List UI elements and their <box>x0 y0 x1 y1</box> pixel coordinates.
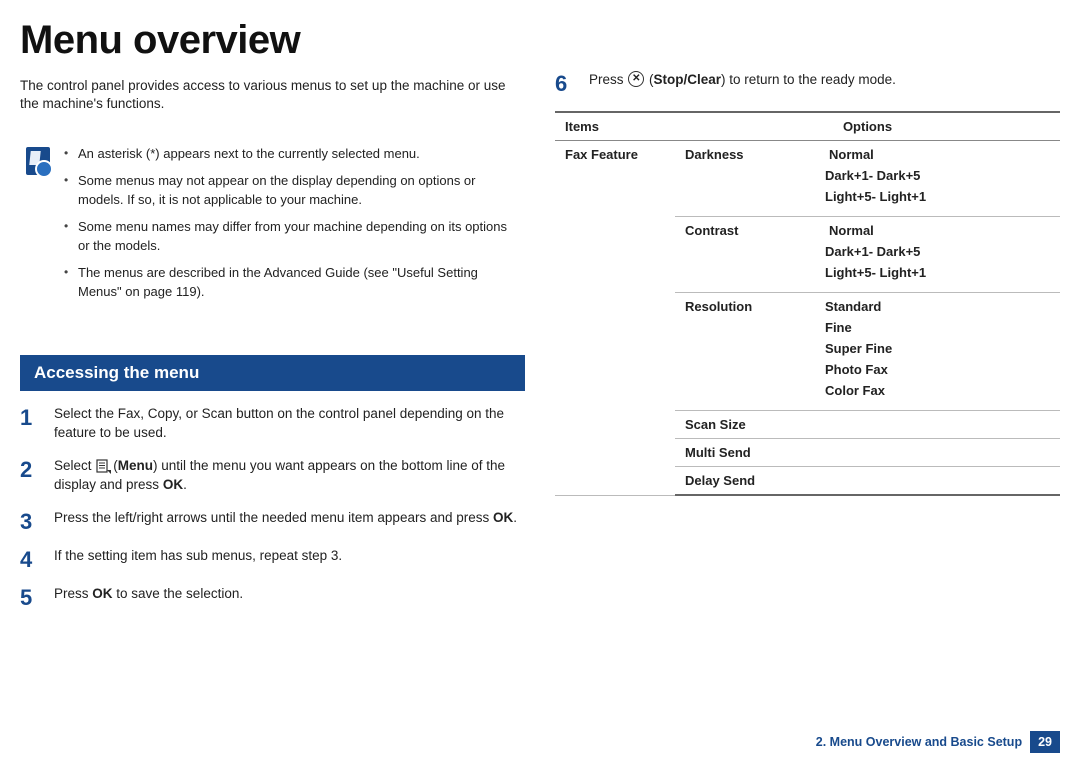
left-column: The control panel provides access to var… <box>20 71 525 623</box>
ok-label: OK <box>493 510 513 525</box>
values-cell: Normal Dark+1- Dark+5 Light+5- Light+1 <box>815 217 1060 293</box>
value-option: Normal <box>825 147 1050 162</box>
menu-icon <box>96 459 112 475</box>
value-option: Standard <box>825 299 1050 314</box>
item-cell: Fax Feature <box>555 141 675 496</box>
note-item: An asterisk (*) appears next to the curr… <box>64 145 515 164</box>
step-fragment: . <box>513 510 517 525</box>
note-box: An asterisk (*) appears next to the curr… <box>20 135 525 319</box>
menu-table: Items Options Fax Feature Darkness Norma… <box>555 111 1060 496</box>
note-icon <box>26 147 50 175</box>
value-option: Dark+1- Dark+5 <box>825 244 1050 259</box>
two-column-layout: The control panel provides access to var… <box>0 71 1080 623</box>
step-fragment: Select <box>54 458 95 473</box>
step-fragment: to save the selection. <box>113 586 244 601</box>
step-number: 4 <box>20 547 38 571</box>
value-option: Dark+1- Dark+5 <box>825 168 1050 183</box>
note-list: An asterisk (*) appears next to the curr… <box>64 145 515 309</box>
step-text: Select (Menu) until the menu you want ap… <box>54 457 525 495</box>
step-number: 2 <box>20 457 38 481</box>
footer-page-number: 29 <box>1030 731 1060 753</box>
steps-list: 1 Select the Fax, Copy, or Scan button o… <box>20 405 525 609</box>
step-1: 1 Select the Fax, Copy, or Scan button o… <box>20 405 525 443</box>
page-title: Menu overview <box>0 0 1080 71</box>
value-option: Normal <box>825 223 1050 238</box>
stop-clear-label: Stop/Clear <box>654 72 722 87</box>
note-item: The menus are described in the Advanced … <box>64 264 515 302</box>
step-number: 3 <box>20 509 38 533</box>
step-fragment: Press <box>589 72 627 87</box>
step-fragment: . <box>183 477 187 492</box>
subitem-cell: Contrast <box>675 217 815 293</box>
value-option: Light+5- Light+1 <box>825 189 1050 204</box>
ok-label: OK <box>163 477 183 492</box>
page-footer: 2. Menu Overview and Basic Setup 29 <box>816 731 1060 753</box>
section-heading: Accessing the menu <box>20 355 525 391</box>
right-column: 6 Press ✕ (Stop/Clear) to return to the … <box>555 71 1060 623</box>
step-text: Press OK to save the selection. <box>54 585 525 604</box>
values-cell: Normal Dark+1- Dark+5 Light+5- Light+1 <box>815 141 1060 217</box>
table-row: Fax Feature Darkness Normal Dark+1- Dark… <box>555 141 1060 217</box>
step-fragment: Press <box>54 586 92 601</box>
table-header-row: Items Options <box>555 112 1060 141</box>
step-number: 5 <box>20 585 38 609</box>
menu-label: Menu <box>118 458 153 473</box>
subitem-cell: Resolution <box>675 293 815 411</box>
step-text: If the setting item has sub menus, repea… <box>54 547 525 566</box>
footer-chapter: 2. Menu Overview and Basic Setup <box>816 735 1022 749</box>
step-2: 2 Select (Menu) until the menu you want … <box>20 457 525 495</box>
subitem-cell: Darkness <box>675 141 815 217</box>
step-number: 1 <box>20 405 38 429</box>
step-text: Select the Fax, Copy, or Scan button on … <box>54 405 525 443</box>
step-fragment: Press the left/right arrows until the ne… <box>54 510 493 525</box>
step-6: 6 Press ✕ (Stop/Clear) to return to the … <box>555 71 1060 95</box>
intro-paragraph: The control panel provides access to var… <box>20 77 525 113</box>
note-item: Some menus may not appear on the display… <box>64 172 515 210</box>
step-4: 4 If the setting item has sub menus, rep… <box>20 547 525 571</box>
value-option: Fine <box>825 320 1050 335</box>
ok-label: OK <box>92 586 112 601</box>
values-cell: Standard Fine Super Fine Photo Fax Color… <box>815 293 1060 411</box>
stop-clear-icon: ✕ <box>628 71 644 87</box>
step-5: 5 Press OK to save the selection. <box>20 585 525 609</box>
subitem-cell: Delay Send <box>675 467 1060 496</box>
step-number: 6 <box>555 71 573 95</box>
subitem-cell: Scan Size <box>675 411 1060 439</box>
step-text: Press ✕ (Stop/Clear) to return to the re… <box>589 71 1060 90</box>
value-option: Color Fax <box>825 383 1050 398</box>
step-fragment: ) to return to the ready mode. <box>721 72 896 87</box>
col-items: Items <box>555 112 675 141</box>
value-option: Super Fine <box>825 341 1050 356</box>
step-3: 3 Press the left/right arrows until the … <box>20 509 525 533</box>
value-option: Light+5- Light+1 <box>825 265 1050 280</box>
step-text: Press the left/right arrows until the ne… <box>54 509 525 528</box>
subitem-cell: Multi Send <box>675 439 1060 467</box>
col-options: Options <box>675 112 1060 141</box>
value-option: Photo Fax <box>825 362 1050 377</box>
steps-continued: 6 Press ✕ (Stop/Clear) to return to the … <box>555 71 1060 95</box>
note-item: Some menu names may differ from your mac… <box>64 218 515 256</box>
